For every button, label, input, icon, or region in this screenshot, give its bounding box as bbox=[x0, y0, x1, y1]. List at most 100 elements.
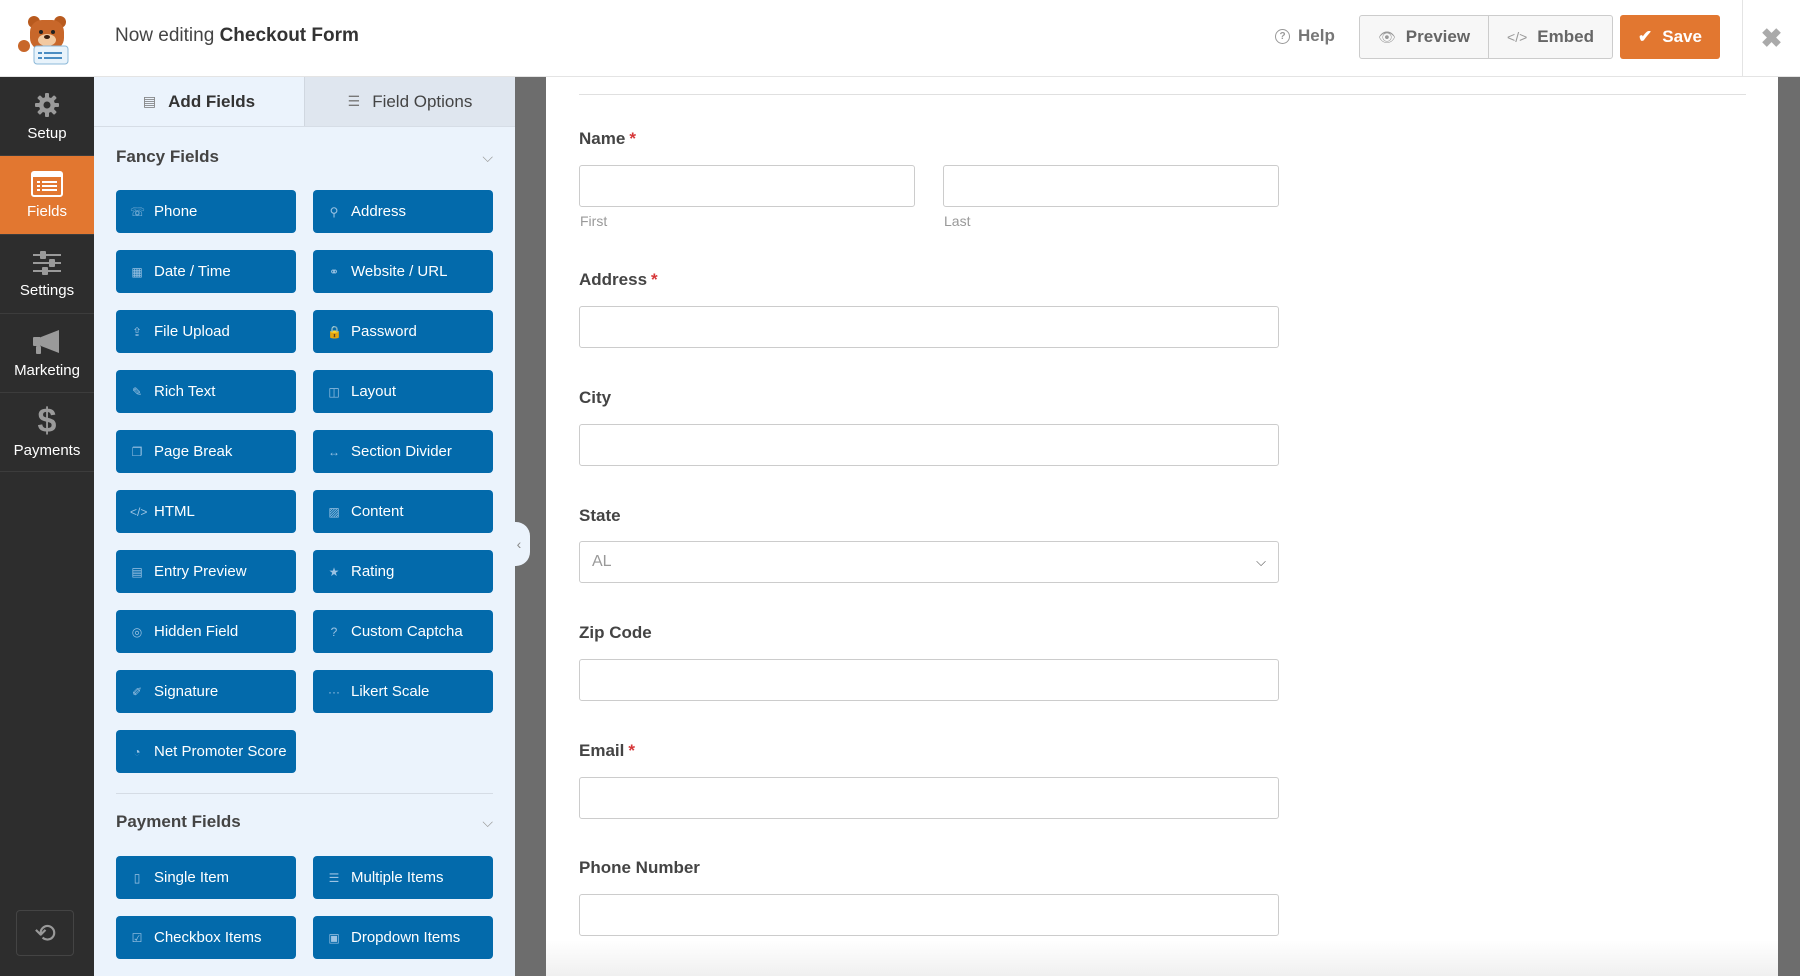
help-button[interactable]: ? Help bbox=[1275, 26, 1335, 46]
checkbox-items-icon: ☑ bbox=[131, 930, 143, 945]
embed-button[interactable]: </> Embed bbox=[1488, 16, 1612, 58]
add-field-file-upload-button[interactable]: ⇪ File Upload bbox=[116, 310, 296, 353]
city-input[interactable] bbox=[579, 424, 1279, 466]
section-header-payment-fields[interactable]: Payment Fields ⌵ bbox=[116, 812, 493, 832]
save-button[interactable]: ✔ Save bbox=[1620, 15, 1720, 59]
phone-icon: ☏ bbox=[130, 204, 146, 219]
address-icon: ⚲ bbox=[329, 204, 339, 219]
close-button[interactable]: ✖ bbox=[1742, 0, 1800, 77]
collapse-panel-handle[interactable]: ‹ bbox=[508, 522, 530, 566]
code-icon: </> bbox=[1507, 29, 1528, 45]
section-title: Payment Fields bbox=[116, 812, 241, 831]
nav-label: Marketing bbox=[14, 361, 80, 379]
list-icon: ▤ bbox=[142, 93, 157, 109]
add-field-rich-text-button[interactable]: ✎ Rich Text bbox=[116, 370, 296, 413]
tab-label: Field Options bbox=[372, 91, 473, 111]
custom-captcha-icon: ? bbox=[330, 624, 338, 639]
add-field-website-url-button[interactable]: ⚭ Website / URL bbox=[313, 250, 493, 293]
add-field-dropdown-items-button[interactable]: ▣ Dropdown Items bbox=[313, 916, 493, 959]
add-field-checkbox-items-button[interactable]: ☑ Checkbox Items bbox=[116, 916, 296, 959]
page-break-icon: ❐ bbox=[131, 444, 143, 459]
builder-header: Now editing Checkout Form ? Help 👁 Previ… bbox=[0, 0, 1800, 77]
nav-item-marketing[interactable]: Marketing bbox=[0, 314, 94, 393]
nav-item-fields[interactable]: Fields bbox=[0, 156, 94, 235]
canvas-scroll-area[interactable] bbox=[1778, 77, 1800, 976]
section-header-fancy-fields[interactable]: Fancy Fields ⌵ bbox=[116, 147, 493, 167]
field-button-label: Checkbox Items bbox=[154, 929, 262, 946]
preview-button[interactable]: 👁 Preview bbox=[1360, 16, 1488, 58]
revisions-button[interactable]: ⟲ bbox=[16, 910, 74, 956]
field-button-label: Likert Scale bbox=[351, 683, 430, 700]
page-title: Now editing Checkout Form bbox=[115, 25, 359, 47]
form-name: Checkout Form bbox=[219, 25, 359, 46]
add-field-multiple-items-button[interactable]: ☰ Multiple Items bbox=[313, 856, 493, 899]
html-icon: </> bbox=[130, 504, 148, 519]
add-field-likert-scale-button[interactable]: ··· Likert Scale bbox=[313, 670, 493, 713]
add-field-section-divider-button[interactable]: ↔ Section Divider bbox=[313, 430, 493, 473]
title-prefix: Now editing bbox=[115, 25, 215, 46]
chevron-down-icon: ⌵ bbox=[1256, 554, 1266, 569]
nav-item-payments[interactable]: $ Payments bbox=[0, 393, 94, 472]
add-field-signature-button[interactable]: ✐ Signature bbox=[116, 670, 296, 713]
wpforms-logo bbox=[0, 0, 94, 77]
field-button-label: Net Promoter Score bbox=[154, 743, 287, 760]
canvas-bottom-fade bbox=[546, 940, 1778, 976]
layout-icon: ◫ bbox=[328, 384, 340, 399]
name-first-input[interactable] bbox=[579, 165, 915, 207]
field-label-email: Email * bbox=[579, 741, 635, 760]
field-button-label: File Upload bbox=[154, 323, 230, 340]
add-field-page-break-button[interactable]: ❐ Page Break bbox=[116, 430, 296, 473]
hidden-field-icon: ◎ bbox=[131, 624, 143, 639]
add-field-password-button[interactable]: 🔒 Password bbox=[313, 310, 493, 353]
tab-field-options[interactable]: ☰ Field Options bbox=[304, 77, 515, 126]
state-selected-value: AL bbox=[592, 553, 612, 570]
field-label-name: Name * bbox=[579, 129, 636, 148]
section-divider-icon: ↔ bbox=[328, 444, 340, 459]
dropdown-items-icon: ▣ bbox=[328, 930, 340, 945]
multiple-items-icon: ☰ bbox=[328, 870, 340, 885]
sliders-icon bbox=[33, 250, 61, 275]
close-icon: ✖ bbox=[1760, 23, 1783, 53]
add-field-hidden-field-button[interactable]: ◎ Hidden Field bbox=[116, 610, 296, 653]
phone-number-input[interactable] bbox=[579, 894, 1279, 936]
field-button-label: Hidden Field bbox=[154, 623, 239, 640]
add-field-address-button[interactable]: ⚲ Address bbox=[313, 190, 493, 233]
add-field-custom-captcha-button[interactable]: ? Custom Captcha bbox=[313, 610, 493, 653]
preview-label: Preview bbox=[1405, 27, 1471, 46]
field-label-city: City bbox=[579, 388, 612, 407]
nav-item-setup[interactable]: Setup bbox=[0, 77, 94, 156]
add-field-net-promoter-score-button[interactable]: ◔ Net Promoter Score bbox=[116, 730, 296, 773]
add-field-layout-button[interactable]: ◫ Layout bbox=[313, 370, 493, 413]
field-button-label: HTML bbox=[154, 503, 195, 520]
help-icon: ? bbox=[1275, 28, 1290, 44]
chevron-left-icon: ‹ bbox=[516, 536, 522, 552]
checkmark-icon: ✔ bbox=[1638, 27, 1653, 46]
add-field-content-button[interactable]: ▨ Content bbox=[313, 490, 493, 533]
megaphone-icon bbox=[33, 329, 59, 354]
rating-icon: ★ bbox=[328, 564, 340, 579]
field-button-label: Rating bbox=[351, 563, 395, 580]
address-input[interactable] bbox=[579, 306, 1279, 348]
zip-code-input[interactable] bbox=[579, 659, 1279, 701]
single-item-icon: ▯ bbox=[133, 870, 141, 885]
nav-label: Settings bbox=[19, 281, 75, 299]
name-last-input[interactable] bbox=[943, 165, 1279, 207]
likert-scale-icon: ··· bbox=[328, 684, 340, 699]
add-field-date-time-button[interactable]: ▦ Date / Time bbox=[116, 250, 296, 293]
field-button-label: Custom Captcha bbox=[351, 623, 463, 640]
add-field-html-button[interactable]: </> HTML bbox=[116, 490, 296, 533]
add-field-rating-button[interactable]: ★ Rating bbox=[313, 550, 493, 593]
preview-embed-group: 👁 Preview </> Embed bbox=[1359, 15, 1613, 59]
add-field-single-item-button[interactable]: ▯ Single Item bbox=[116, 856, 296, 899]
tab-add-fields[interactable]: ▤ Add Fields bbox=[94, 77, 304, 126]
form-preview-canvas bbox=[546, 77, 1778, 976]
nav-item-settings[interactable]: Settings bbox=[0, 235, 94, 314]
add-field-phone-button[interactable]: ☏ Phone bbox=[116, 190, 296, 233]
revisions-icon: ⟲ bbox=[34, 917, 56, 948]
section-divider bbox=[116, 793, 493, 794]
entry-preview-icon: ▤ bbox=[131, 564, 143, 579]
field-label-phone-number: Phone Number bbox=[579, 858, 700, 877]
add-field-entry-preview-button[interactable]: ▤ Entry Preview bbox=[116, 550, 296, 593]
email-input[interactable] bbox=[579, 777, 1279, 819]
state-select[interactable]: AL ⌵ bbox=[579, 541, 1279, 583]
